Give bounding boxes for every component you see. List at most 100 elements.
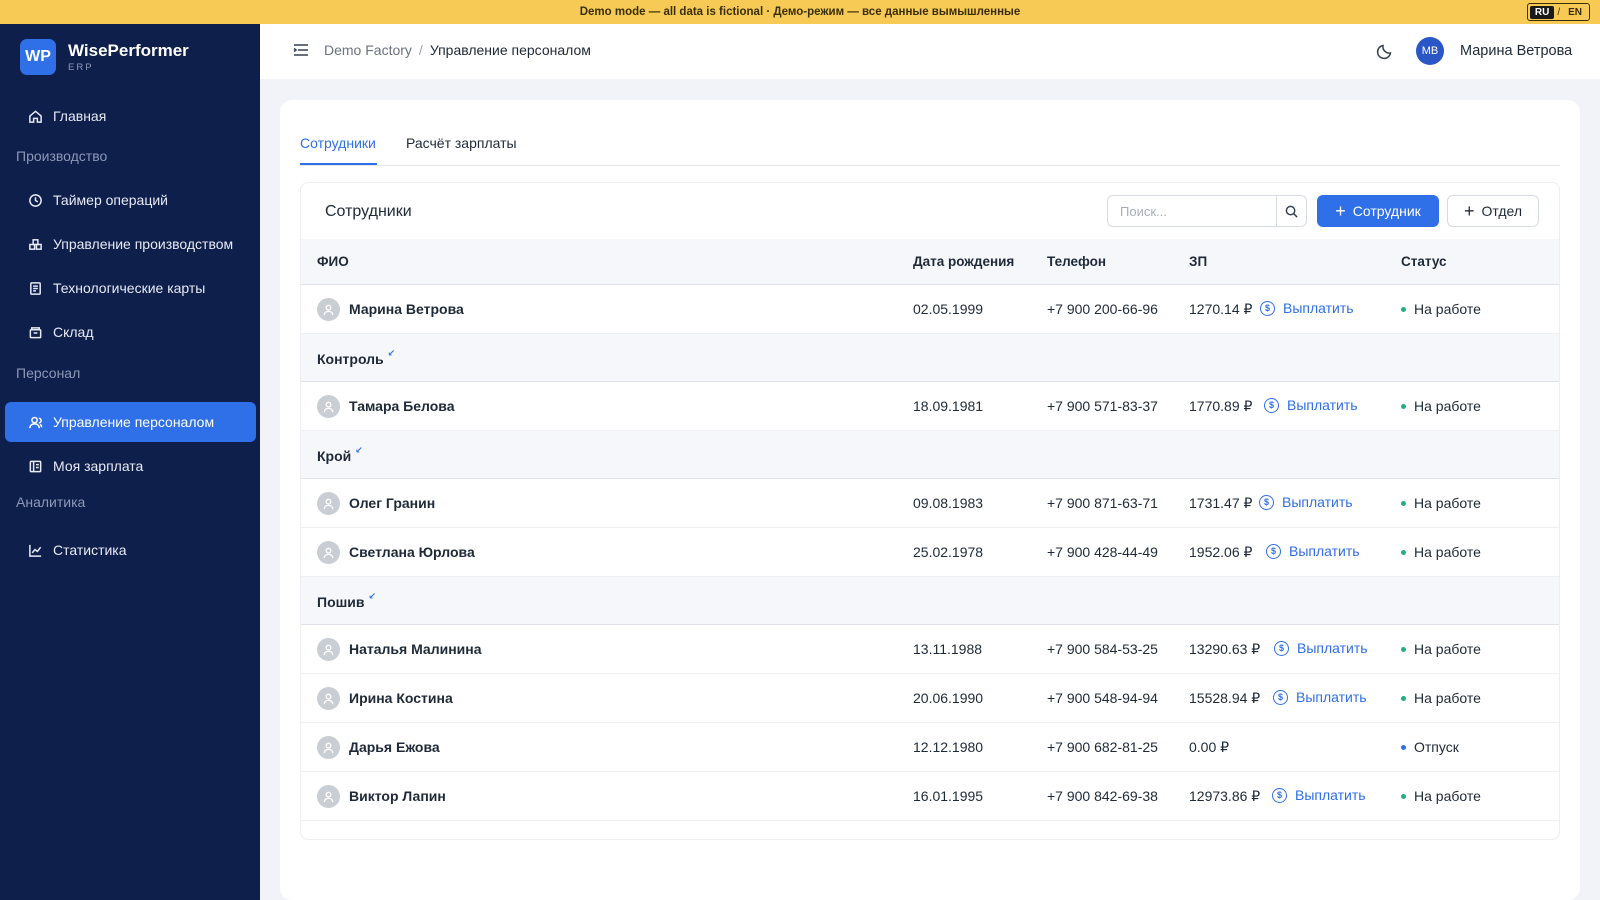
add-department-button[interactable]: + Отдел [1447, 195, 1539, 227]
demo-banner-text: Demo mode — all data is fictional · Демо… [579, 6, 1021, 18]
expand-arrow-icon[interactable]: ↙ [388, 348, 396, 358]
pay-label: Выплатить [1296, 689, 1367, 705]
document-icon [27, 280, 43, 296]
menu-toggle-icon[interactable] [293, 43, 309, 57]
add-employee-button[interactable]: + Сотрудник [1317, 195, 1439, 227]
pay-button[interactable]: $ Выплатить [1259, 494, 1353, 510]
sidebar-item-production[interactable]: Управление производством [5, 224, 256, 264]
pay-button[interactable]: $ Выплатить [1273, 689, 1367, 705]
search-input[interactable] [1108, 196, 1276, 226]
avatar-icon [317, 736, 340, 759]
plus-icon: + [1335, 201, 1346, 221]
column-header-birth[interactable]: Дата рождения [913, 254, 1014, 269]
table-row[interactable]: Дарья Ежова 12.12.1980 +7 900 682-81-25 … [301, 723, 1559, 772]
sidebar-item-personnel[interactable]: Управление персоналом [5, 402, 256, 442]
lang-en[interactable]: EN [1563, 6, 1587, 19]
add-employee-label: Сотрудник [1352, 203, 1421, 219]
table-row[interactable]: Ирина Костина 20.06.1990 +7 900 548-94-9… [301, 674, 1559, 723]
table-row[interactable]: Тамара Белова 18.09.1981 +7 900 571-83-3… [301, 382, 1559, 431]
group-row-cutting[interactable]: Крой ↙ [301, 431, 1559, 479]
column-header-name[interactable]: ФИО [317, 254, 349, 269]
sidebar-item-my-salary[interactable]: Моя зарплата [5, 446, 256, 486]
column-header-status[interactable]: Статус [1401, 254, 1447, 269]
group-row-sewing[interactable]: Пошив ↙ [301, 577, 1559, 625]
employee-name[interactable]: Наталья Малинина [349, 641, 482, 657]
theme-toggle-icon[interactable] [1376, 42, 1394, 60]
employee-name[interactable]: Тамара Белова [349, 398, 455, 414]
group-name: Пошив ↙ [317, 591, 377, 610]
employee-salary: 13290.63 ₽ [1189, 641, 1261, 657]
employee-name[interactable]: Марина Ветрова [349, 301, 464, 317]
group-row-control[interactable]: Контроль ↙ [301, 334, 1559, 382]
brand-logo[interactable]: WP WisePerformer ERP [0, 24, 260, 90]
status-text: На работе [1414, 495, 1481, 511]
search-icon [1285, 205, 1298, 218]
employee-birth: 02.05.1999 [913, 301, 984, 317]
sidebar-section-analytics: Аналитика [16, 494, 86, 510]
table-row[interactable]: Виктор Лапин 16.01.1995 +7 900 842-69-38… [301, 772, 1559, 821]
employee-name[interactable]: Дарья Ежова [349, 739, 440, 755]
coin-icon: $ [1273, 689, 1288, 705]
pay-button[interactable]: $ Выплатить [1264, 397, 1358, 413]
employee-name[interactable]: Виктор Лапин [349, 788, 446, 804]
status-badge: На работе [1401, 788, 1481, 804]
sidebar-item-warehouse[interactable]: Склад [5, 312, 256, 352]
column-header-phone[interactable]: Телефон [1047, 254, 1106, 269]
employee-phone: +7 900 428-44-49 [1047, 544, 1158, 560]
user-avatar[interactable]: МВ [1416, 37, 1444, 65]
status-text: На работе [1414, 788, 1481, 804]
pay-button[interactable]: $ Выплатить [1274, 640, 1368, 656]
timer-icon [27, 192, 43, 208]
search-button[interactable] [1276, 196, 1306, 226]
breadcrumb-root[interactable]: Demo Factory [324, 42, 412, 58]
status-dot [1401, 306, 1406, 312]
table-row[interactable]: Олег Гранин 09.08.1983 +7 900 871-63-71 … [301, 479, 1559, 528]
status-dot [1401, 549, 1406, 555]
tab-employees[interactable]: Сотрудники [300, 135, 376, 151]
employee-name[interactable]: Ирина Костина [349, 690, 453, 706]
sidebar-item-timer[interactable]: Таймер операций [5, 180, 256, 220]
status-dot [1401, 744, 1406, 750]
expand-arrow-icon[interactable]: ↙ [369, 591, 377, 601]
group-name: Контроль ↙ [317, 348, 396, 367]
employee-name[interactable]: Светлана Юрлова [349, 544, 475, 560]
status-text: Отпуск [1414, 739, 1459, 755]
sidebar-item-label: Таймер операций [53, 192, 169, 208]
employee-salary: 1770.89 ₽ [1189, 398, 1253, 414]
table-row[interactable]: Наталья Малинина 13.11.1988 +7 900 584-5… [301, 625, 1559, 674]
expand-arrow-icon[interactable]: ↙ [355, 445, 363, 455]
sidebar: WP WisePerformer ERP Главная Производств… [0, 24, 260, 900]
column-header-salary[interactable]: ЗП [1189, 254, 1207, 269]
tab-payroll[interactable]: Расчёт зарплаты [406, 135, 517, 151]
status-dot [1401, 500, 1406, 506]
sidebar-item-label: Технологические карты [53, 280, 206, 296]
group-label: Контроль [317, 351, 384, 367]
language-switcher[interactable]: RU / EN [1526, 3, 1590, 21]
sidebar-item-home[interactable]: Главная [5, 96, 256, 136]
sidebar-item-tech-cards[interactable]: Технологические карты [5, 268, 256, 308]
avatar-icon [317, 395, 340, 418]
employee-phone: +7 900 871-63-71 [1047, 495, 1158, 511]
breadcrumb-current: Управление персоналом [429, 42, 591, 58]
pay-button[interactable]: $ Выплатить [1266, 543, 1360, 559]
employee-name[interactable]: Олег Гранин [349, 495, 435, 511]
table-row[interactable]: Марина Ветрова 02.05.1999 +7 900 200-66-… [301, 285, 1559, 334]
table-row[interactable]: Светлана Юрлова 25.02.1978 +7 900 428-44… [301, 528, 1559, 577]
pay-button[interactable]: $ Выплатить [1272, 787, 1366, 803]
add-department-label: Отдел [1481, 203, 1523, 219]
factory-icon [27, 236, 43, 252]
status-text: На работе [1414, 398, 1481, 414]
user-name[interactable]: Марина Ветрова [1460, 43, 1572, 59]
sidebar-item-statistics[interactable]: Статистика [5, 530, 256, 570]
employee-phone: +7 900 548-94-94 [1047, 690, 1158, 706]
employee-salary: 15528.94 ₽ [1189, 690, 1261, 706]
wallet-icon [27, 458, 43, 474]
employee-salary: 1270.14 ₽ [1189, 301, 1253, 317]
pay-button[interactable]: $ Выплатить [1260, 300, 1354, 316]
breadcrumb-separator: / [418, 42, 423, 58]
employees-panel: Сотрудники + Сотрудник + Отдел ФИО Дата ро… [300, 182, 1560, 840]
group-label: Пошив [317, 594, 365, 610]
main-card: Сотрудники Расчёт зарплаты Сотрудники +С… [280, 100, 1580, 900]
lang-ru[interactable]: RU [1529, 5, 1555, 19]
sidebar-section-production: Производство [16, 148, 108, 164]
